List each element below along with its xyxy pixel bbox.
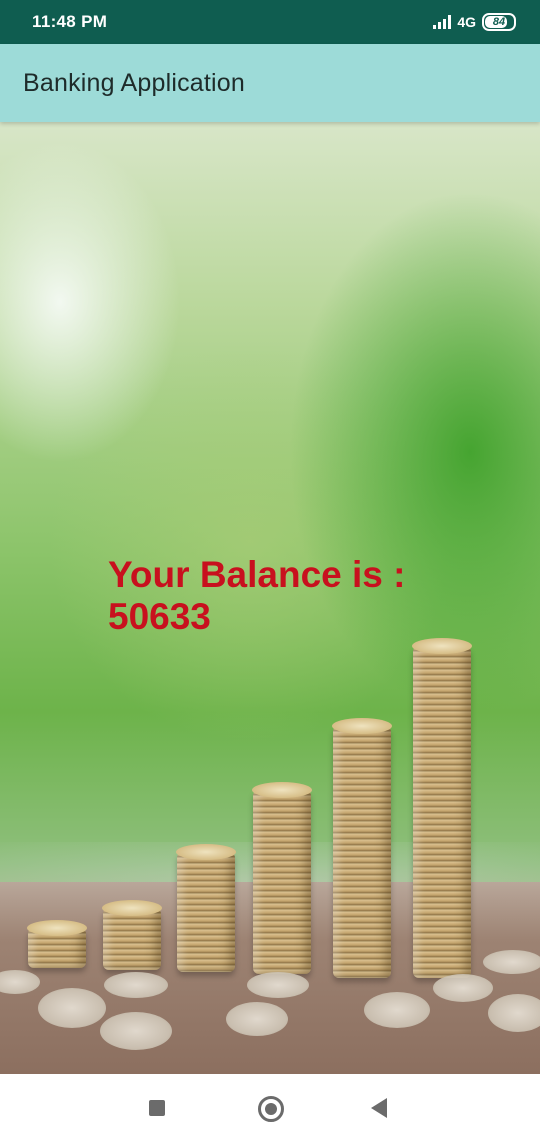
battery-level: 84 — [492, 16, 506, 28]
screen: 11:48 PM 4G 84 Banking Application Your … — [0, 0, 540, 1140]
coin-stack — [176, 844, 236, 972]
coin-stack — [252, 782, 312, 974]
coin-stack — [102, 900, 162, 970]
status-time: 11:48 PM — [32, 12, 108, 31]
coin-stack — [332, 718, 392, 978]
home-icon[interactable] — [258, 1096, 284, 1122]
balance-label: Your Balance is : — [108, 554, 406, 595]
coin-stack — [412, 638, 472, 978]
coin-stack — [27, 920, 87, 968]
network-type: 4G — [457, 14, 476, 30]
status-indicators: 4G 84 — [433, 12, 516, 32]
balance-content: Your Balance is : 50633 — [0, 122, 540, 1074]
home-dot — [265, 1103, 277, 1115]
loose-coin — [104, 972, 168, 998]
loose-coin — [483, 950, 540, 974]
loose-coin — [226, 1002, 288, 1036]
loose-coin — [38, 988, 106, 1028]
balance-value: 50633 — [108, 596, 211, 637]
loose-coin — [364, 992, 430, 1028]
balance-display: Your Balance is : 50633 — [108, 554, 405, 638]
loose-coin — [100, 1012, 172, 1050]
back-icon[interactable] — [371, 1098, 387, 1118]
app-bar: Banking Application — [0, 44, 540, 122]
navigation-bar — [0, 1074, 540, 1140]
battery-icon: 84 — [482, 13, 516, 31]
status-bar: 11:48 PM 4G 84 — [0, 0, 540, 44]
signal-icon — [433, 15, 452, 29]
recents-icon[interactable] — [149, 1100, 165, 1116]
loose-coin — [433, 974, 493, 1002]
loose-coin — [488, 994, 540, 1032]
app-title: Banking Application — [23, 69, 246, 97]
loose-coin — [247, 972, 309, 998]
